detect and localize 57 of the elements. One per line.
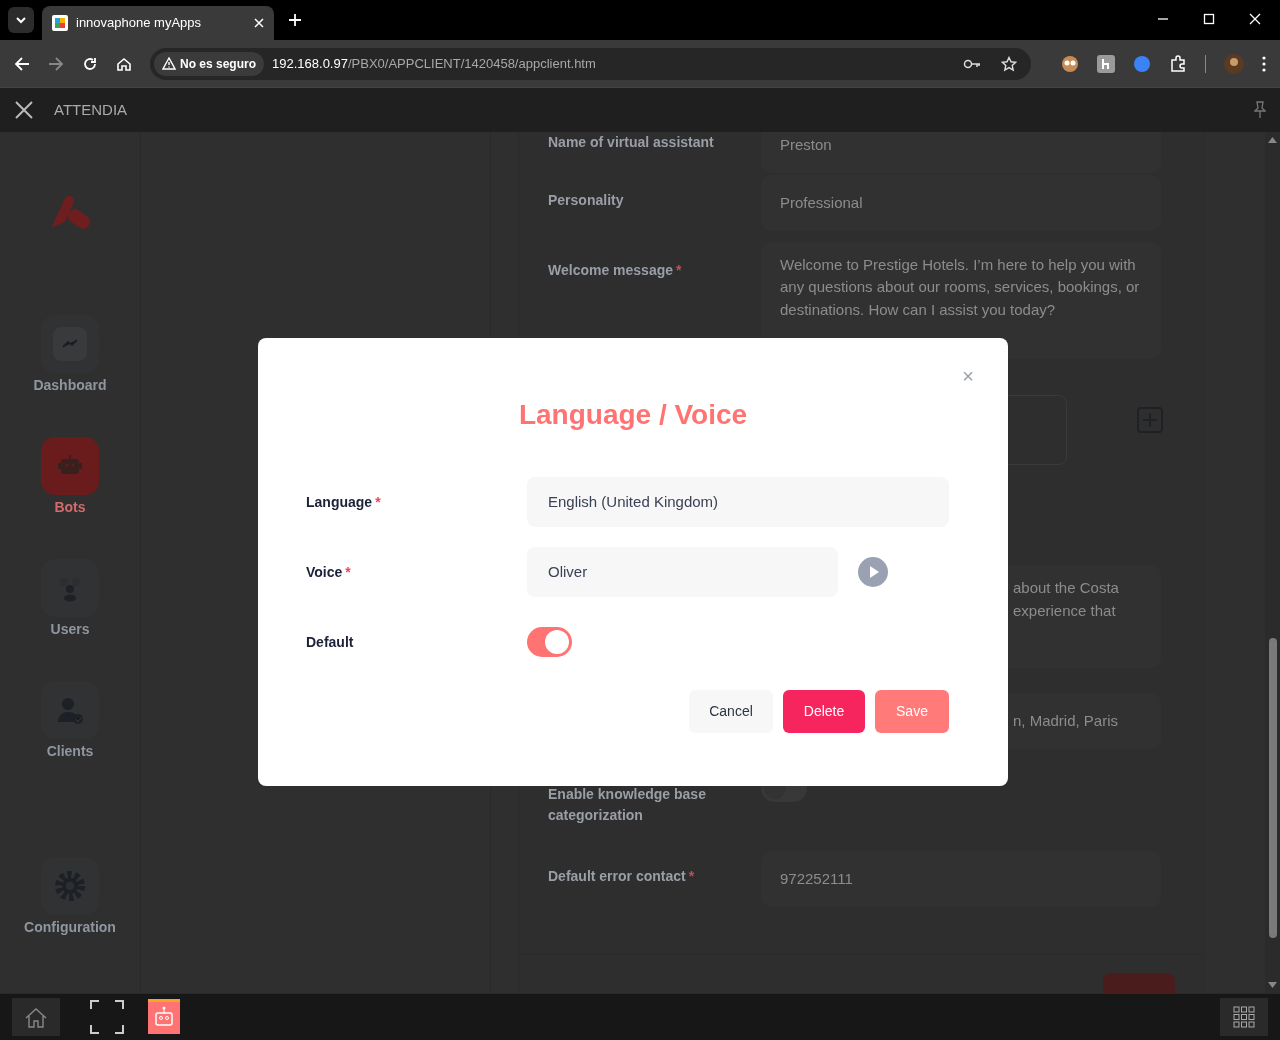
toggle-switch[interactable] [527,627,572,657]
sidebar-item[interactable]: Clients [41,681,99,761]
key-icon[interactable] [963,57,981,70]
fullscreen-icon[interactable] [90,1000,124,1034]
warning-icon [162,57,176,70]
close-icon[interactable] [14,100,34,120]
extension-icon[interactable] [1097,54,1115,73]
sidebar-item[interactable]: Dashboard [33,315,107,395]
bot-app-icon[interactable] [148,999,180,1035]
play-icon[interactable] [858,557,888,587]
forward-icon[interactable] [48,55,64,72]
field-label: Language * [306,492,382,512]
field-label: Welcome message * [548,260,683,280]
scrollbar-thumb[interactable] [1268,638,1277,938]
app-favicon [52,15,68,31]
pin-icon[interactable] [1254,101,1266,119]
extension-icon[interactable] [1061,54,1079,73]
delete-button[interactable]: Delete [783,690,865,733]
browser-tab[interactable]: innovaphone myApps [42,6,274,40]
tab-list-icon[interactable] [8,7,34,33]
avatar-icon[interactable] [1224,53,1244,74]
app-title: ATTENDIA [54,99,129,120]
select-field[interactable]: Oliver [527,547,838,597]
select-field[interactable]: English (United Kingdom) [527,477,949,527]
field-label: Default error contact * [548,867,696,887]
scrollbar[interactable] [1265,132,1280,993]
star-icon[interactable] [1001,55,1017,72]
scroll-up-icon[interactable] [1268,137,1277,143]
save-button[interactable]: Save [875,690,949,733]
maximize-icon[interactable] [1202,12,1216,26]
apps-grid-icon[interactable] [1220,998,1268,1036]
security-chip[interactable]: No es seguro [154,51,265,76]
field-label: Personality [548,190,625,210]
dashboard-icon [41,315,99,373]
new-tab-icon[interactable] [288,13,302,27]
clients-icon [41,681,99,739]
field-label: Name of virtual assistant [548,133,715,152]
reload-icon[interactable] [82,55,98,72]
address-bar[interactable]: No es seguro 192.168.0.97/PBX0/APPCLIENT/1420458/appclient.htm [150,47,1031,80]
sidebar-item[interactable]: Users [41,559,99,639]
dialog-title: Language / Voice [517,398,749,432]
url-text: 192.168.0.97/PBX0/APPCLIENT/1420458/appclient.htm [272,54,597,73]
home-icon[interactable] [116,55,132,72]
bots-icon [41,437,99,495]
puzzle-icon[interactable] [1169,54,1187,73]
security-label: No es seguro [180,55,257,73]
more-icon[interactable] [1262,55,1266,72]
sidebar-item[interactable]: Configuration [24,857,116,937]
field-label: Voice * [306,562,352,582]
field-label: Enable knowledge base categorization [548,785,707,826]
back-icon[interactable] [14,55,30,72]
close-button[interactable]: × [962,366,974,386]
sidebar-item[interactable]: Bots [41,437,99,517]
field-label: Default [306,632,355,652]
cancel-button[interactable]: Cancel [689,690,773,733]
scroll-down-icon[interactable] [1268,982,1277,988]
tab-title: innovaphone myApps [76,14,203,33]
